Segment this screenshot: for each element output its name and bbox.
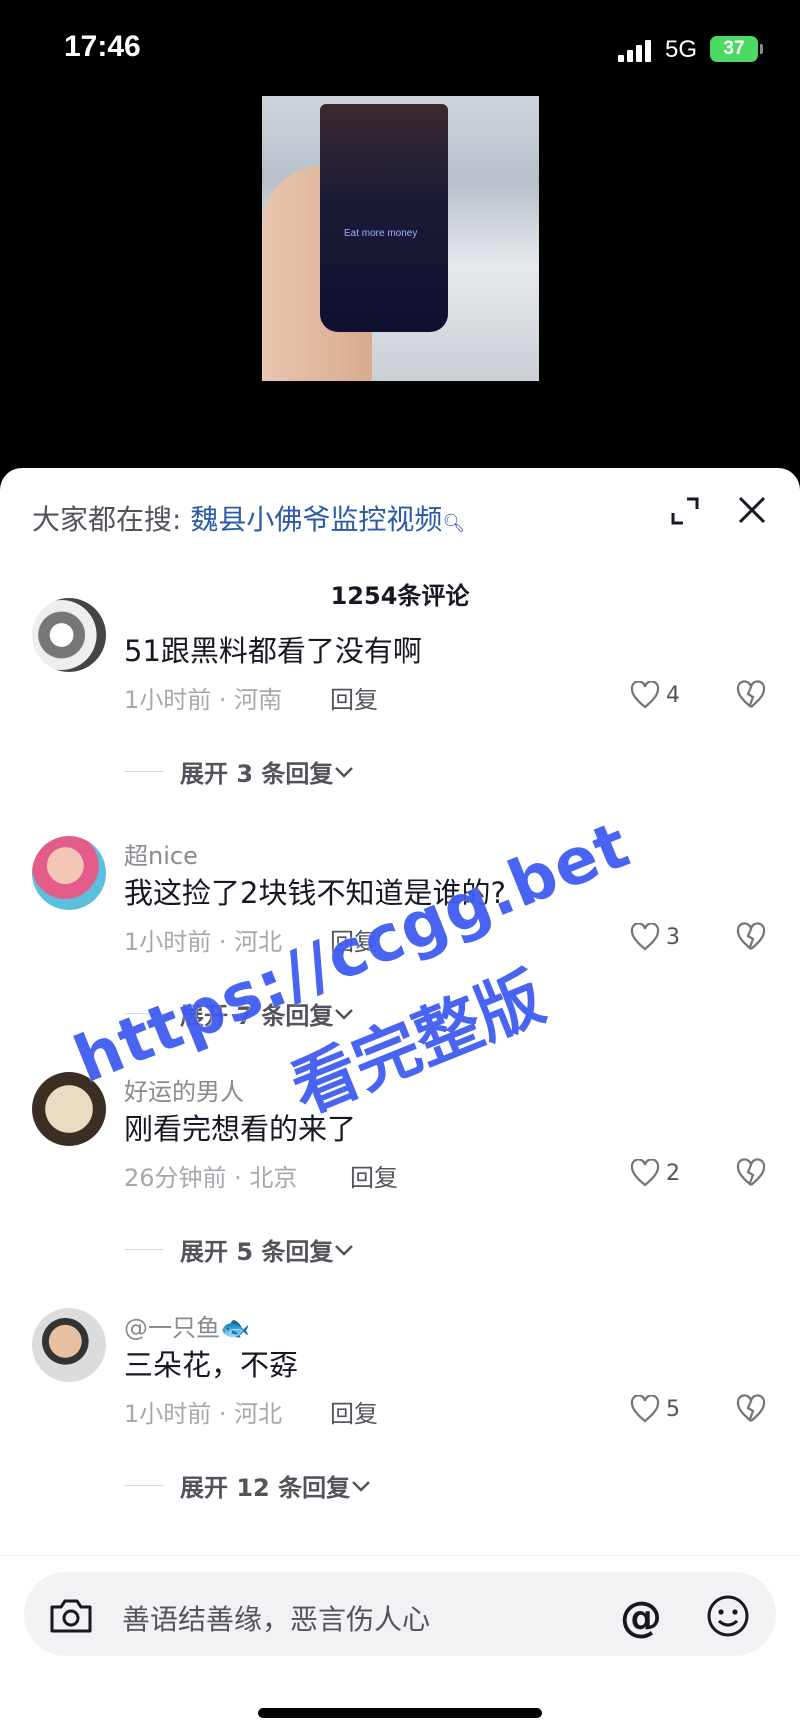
avatar[interactable] (32, 1308, 106, 1382)
cup-graphic (320, 104, 448, 332)
comment-text: 三朵花，不孬 (124, 1348, 299, 1382)
heart-icon (630, 1395, 660, 1423)
comment-username[interactable]: 好运的男人 (124, 1072, 244, 1107)
expand-replies[interactable]: 展开 3 条回复 (124, 754, 355, 789)
comment-text: 51跟黑料都看了没有啊 (124, 634, 422, 668)
fullscreen-icon[interactable] (670, 496, 700, 526)
like-button[interactable]: 5 (630, 1394, 680, 1424)
expand-label: 展开 7 条回复 (180, 1002, 334, 1030)
like-count: 2 (666, 1160, 680, 1186)
heart-icon (630, 923, 660, 951)
like-button[interactable]: 4 (630, 680, 680, 710)
cup-text: Eat more money (344, 228, 418, 239)
status-time: 17:46 (64, 30, 141, 63)
avatar[interactable] (32, 598, 106, 672)
like-button[interactable]: 2 (630, 1158, 680, 1188)
broken-heart-icon[interactable] (736, 922, 766, 952)
expand-replies[interactable]: 展开 5 条回复 (124, 1232, 355, 1267)
comment-count: 1254条评论 (330, 582, 470, 610)
chevron-down-icon (352, 1480, 370, 1492)
reply-button[interactable]: 回复 (330, 680, 378, 715)
broken-heart-icon[interactable] (736, 1394, 766, 1424)
heart-icon (630, 1159, 660, 1187)
expand-replies[interactable]: 展开 7 条回复 (124, 996, 355, 1031)
battery-level: 37 (723, 38, 745, 59)
expand-divider (124, 1485, 164, 1486)
mention-icon[interactable]: @ (620, 1592, 662, 1641)
video-thumbnail[interactable]: Eat more money (262, 96, 539, 381)
emoji-icon[interactable] (706, 1594, 750, 1638)
hot-search-row[interactable]: 大家都在搜: 魏县小佛爷监控视频🔍︎ (32, 498, 465, 538)
broken-heart-icon[interactable] (736, 680, 766, 710)
expand-divider (124, 1013, 164, 1014)
expand-divider (124, 771, 164, 772)
home-indicator (258, 1708, 542, 1718)
expand-divider (124, 1249, 164, 1250)
reply-button[interactable]: 回复 (330, 1394, 378, 1429)
comment-input-placeholder[interactable]: 善语结善缘，恶言伤人心 (122, 1598, 430, 1638)
close-icon[interactable] (736, 494, 768, 526)
comment-meta: 1小时前 · 河北 (124, 1400, 283, 1428)
like-button[interactable]: 3 (630, 922, 680, 952)
search-icon: 🔍︎ (442, 513, 466, 534)
expand-label: 展开 3 条回复 (180, 760, 334, 788)
signal-icon (618, 40, 651, 62)
avatar[interactable] (32, 1072, 106, 1146)
comment-meta: 1小时前 · 河南 (124, 686, 283, 714)
comment-input-bar: 善语结善缘，恶言伤人心 @ (0, 1555, 800, 1733)
hot-search-prefix: 大家都在搜: (32, 503, 182, 536)
network-type: 5G (665, 36, 698, 63)
like-count: 3 (666, 924, 680, 950)
comment-text: 刚看完想看的来了 (124, 1112, 357, 1146)
like-count: 4 (666, 682, 680, 708)
chevron-down-icon (335, 1244, 354, 1256)
camera-icon[interactable] (48, 1597, 94, 1635)
avatar[interactable] (32, 836, 106, 910)
reply-button[interactable]: 回复 (350, 1158, 398, 1193)
expand-label: 展开 5 条回复 (180, 1238, 334, 1266)
expand-label: 展开 12 条回复 (180, 1474, 351, 1502)
comment-username[interactable]: @一只鱼🐟 (124, 1308, 250, 1343)
status-bar: 17:46 5G 37 (0, 0, 800, 100)
like-count: 5 (666, 1396, 680, 1422)
heart-icon (630, 681, 660, 709)
reply-button[interactable]: 回复 (330, 922, 378, 957)
comment-username[interactable]: 超nice (124, 836, 198, 871)
comment-meta: 1小时前 · 河北 (124, 928, 283, 956)
comment-text: 我这捡了2块钱不知道是谁的? (124, 876, 506, 910)
hot-search-term[interactable]: 魏县小佛爷监控视频 (190, 503, 442, 536)
comment-sheet: 大家都在搜: 魏县小佛爷监控视频🔍︎ 1254条评论 51跟黑料都看了没有啊 1… (0, 468, 800, 1733)
battery-indicator: 37 (710, 36, 763, 62)
expand-replies[interactable]: 展开 12 条回复 (124, 1468, 372, 1503)
comment-meta: 26分钟前 · 北京 (124, 1164, 298, 1192)
broken-heart-icon[interactable] (736, 1158, 766, 1188)
chevron-down-icon (335, 1008, 354, 1020)
chevron-down-icon (335, 766, 354, 778)
